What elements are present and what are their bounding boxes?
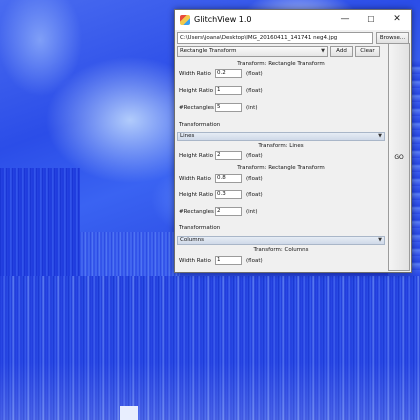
type-hint: (float) [246, 192, 263, 198]
type-hint: (float) [246, 258, 263, 264]
type-hint: (int) [246, 209, 258, 215]
minimize-button[interactable]: — [335, 12, 355, 27]
height-ratio-input[interactable]: 0.3 [215, 190, 242, 199]
type-hint: (float) [246, 71, 263, 77]
chevron-down-icon: ▼ [321, 48, 325, 54]
type-hint: (float) [246, 88, 263, 94]
close-button[interactable]: ✕ [387, 12, 407, 27]
transform-type-value: Columns [180, 237, 204, 243]
go-button[interactable]: GO [388, 43, 410, 271]
height-ratio-label: Height Ratio [179, 192, 214, 198]
window-title: GlitchView 1.0 [194, 15, 252, 24]
transform-select-value: Rectangle Transform [180, 48, 237, 54]
type-hint: (float) [246, 153, 263, 159]
transform-title: Transform: Lines [258, 143, 304, 149]
file-path-input[interactable]: C:\Users\joana\Desktop\IMG_20160411_1417… [177, 32, 373, 44]
transform-type-select[interactable]: Lines ▼ [177, 132, 385, 141]
transform-add-row: Rectangle Transform ▼ Add Clear [177, 46, 380, 57]
transform-type-select[interactable]: Columns ▼ [177, 236, 385, 245]
transformation-label: Transformation [179, 225, 221, 231]
chevron-down-icon: ▼ [378, 237, 382, 243]
width-ratio-label: Width Ratio [179, 71, 211, 77]
title-bar[interactable]: GlitchView 1.0 — ☐ ✕ [175, 10, 411, 30]
width-ratio-input[interactable]: 1 [215, 256, 242, 265]
transform-type-value: Lines [180, 133, 195, 139]
rectangles-count-label: #Rectangles [179, 209, 214, 215]
rectangles-count-input[interactable]: 5 [215, 103, 242, 112]
transform-list-panel: Transform: Rectangle Transform Width Rat… [177, 59, 385, 271]
width-ratio-label: Width Ratio [179, 258, 211, 264]
chevron-down-icon: ▼ [378, 133, 382, 139]
glitch-column-block-mid [80, 232, 180, 278]
width-ratio-input[interactable]: 0.2 [215, 69, 242, 78]
add-button[interactable]: Add [330, 46, 353, 57]
transformation-label: Transformation [179, 122, 221, 128]
height-ratio-label: Height Ratio [179, 153, 214, 159]
transform-select[interactable]: Rectangle Transform ▼ [177, 46, 328, 57]
height-ratio-input[interactable]: 1 [215, 86, 242, 95]
type-hint: (int) [246, 105, 258, 111]
transform-title: Transform: Rectangle Transform [237, 165, 325, 171]
height-ratio-label: Height Ratio [179, 88, 214, 94]
glitch-white-patch [120, 406, 138, 420]
transform-title: Transform: Rectangle Transform [237, 61, 325, 67]
rectangles-count-label: #Rectangles [179, 105, 214, 111]
clear-button[interactable]: Clear [355, 46, 380, 57]
width-ratio-input[interactable]: 0.8 [215, 174, 242, 183]
type-hint: (float) [246, 176, 263, 182]
rectangles-count-input[interactable]: 2 [215, 207, 242, 216]
glitch-columns-bottom [0, 276, 420, 420]
transform-title: Transform: Columns [253, 247, 309, 253]
app-icon [180, 15, 190, 25]
glitch-column-block-left [0, 168, 80, 278]
width-ratio-label: Width Ratio [179, 176, 211, 182]
glitchview-window: GlitchView 1.0 — ☐ ✕ C:\Users\joana\Desk… [174, 9, 412, 273]
height-ratio-input[interactable]: 2 [215, 151, 242, 160]
file-path-row: C:\Users\joana\Desktop\IMG_20160411_1417… [177, 32, 409, 44]
maximize-button[interactable]: ☐ [361, 12, 381, 27]
